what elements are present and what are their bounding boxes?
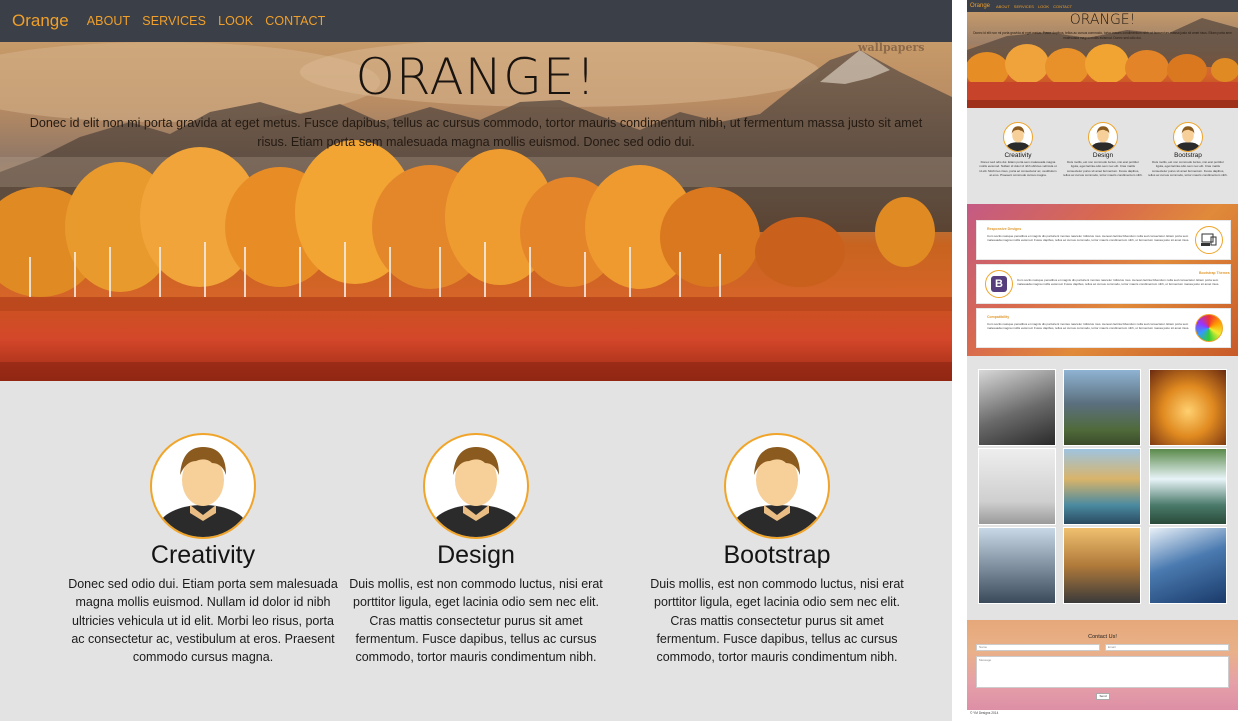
- thumb-card-bootstrap: B Bootstrap Themes Cum sociis natoque pe…: [976, 264, 1231, 304]
- gallery-photo-heart-hands: [1149, 369, 1227, 446]
- nav-link-about[interactable]: ABOUT: [87, 14, 131, 28]
- thumb-contact-section: Contact Us! Name Email Message Send: [967, 620, 1238, 710]
- feature-text: Duis mollis, est non commodo luctus, nis…: [349, 577, 603, 665]
- thumb-feature-bootstrap: Bootstrap Duis mollis, est non commodo l…: [1148, 122, 1228, 178]
- thumb-card-text: Cum sociis natoque penatibus et magnis d…: [987, 234, 1190, 243]
- avatar-icon: [1088, 122, 1118, 152]
- thumb-nav-link: ABOUT: [996, 3, 1010, 9]
- thumb-navbar: Orange ABOUT SERVICES LOOK CONTACT: [967, 0, 1238, 12]
- thumb-hero-title: ORANGE!: [1069, 12, 1136, 28]
- thumb-feature-title: Bootstrap: [1174, 152, 1202, 159]
- avatar-icon: [1173, 122, 1203, 152]
- avatar-icon: [150, 433, 256, 539]
- bootstrap-letter: B: [991, 276, 1007, 292]
- thumb-footer-text: © YM Designs 2014: [970, 711, 999, 715]
- thumb-send-button[interactable]: Send: [1096, 693, 1110, 700]
- avatar-icon: [1003, 122, 1033, 152]
- thumb-footer: © YM Designs 2014: [967, 710, 1238, 721]
- thumb-feature-creativity: Creativity Donec sed odio dui. Etiam por…: [978, 122, 1058, 178]
- thumb-feature-text: Donec sed odio dui. Etiam porta sem male…: [979, 160, 1057, 178]
- gallery-photo-church: [978, 369, 1056, 446]
- feature-title: Bootstrap: [723, 541, 831, 569]
- thumb-features: Creativity Donec sed odio dui. Etiam por…: [967, 108, 1238, 204]
- thumb-nav-link: CONTACT: [1053, 3, 1073, 9]
- feature-creativity: Creativity Donec sed odio dui. Etiam por…: [68, 433, 338, 666]
- thumb-gallery: [967, 356, 1238, 620]
- brand-link[interactable]: Orange: [12, 11, 69, 31]
- thumb-card-text: Cum sociis natoque penatibus et magnis d…: [987, 322, 1190, 331]
- thumb-feature-title: Creativity: [1004, 152, 1032, 159]
- thumb-card-text: Cum sociis natoque penatibus et magnis d…: [1017, 278, 1220, 287]
- thumb-feature-text: Duis mollis, est non commodo luctus, nis…: [1148, 160, 1228, 178]
- thumb-card-compatibility: Compatibility Cum sociis natoque penatib…: [976, 308, 1231, 348]
- navbar: Orange ABOUT SERVICES LOOK CONTACT: [0, 0, 952, 42]
- thumb-hero: ORANGE! Donec id elit non mi porta gravi…: [967, 12, 1238, 108]
- gallery-photo-grand-central: [1063, 527, 1141, 604]
- devices-icon: [1195, 226, 1223, 254]
- gallery-photo-waterfall: [1149, 448, 1227, 525]
- gallery-photo-canal-houses: [1063, 448, 1141, 525]
- thumb-feature-title: Design: [1092, 152, 1114, 159]
- avatar-icon: [423, 433, 529, 539]
- thumb-nav-link: LOOK: [1037, 3, 1050, 9]
- gallery-photo-city-skyline: [978, 527, 1056, 604]
- nav-link-look[interactable]: LOOK: [218, 14, 253, 28]
- thumb-hero-text: Donec id elit non mi porta gravida at eg…: [973, 31, 1232, 40]
- thumb-services-section: Responsive Designs Cum sociis natoque pe…: [967, 204, 1238, 356]
- thumb-name-field[interactable]: Name: [976, 644, 1100, 651]
- gallery-photo-ice-wave: [1149, 527, 1227, 604]
- feature-text: Donec sed odio dui. Etiam porta sem male…: [68, 577, 338, 665]
- feature-bootstrap: Bootstrap Duis mollis, est non commodo l…: [642, 433, 912, 666]
- thumb-card-responsive: Responsive Designs Cum sociis natoque pe…: [976, 220, 1231, 260]
- thumb-card-title: Responsive Designs: [987, 227, 1022, 231]
- hero-description: Donec id elit non mi porta gravida at eg…: [29, 116, 923, 149]
- nav-link-contact[interactable]: CONTACT: [265, 14, 325, 28]
- thumb-nav-link: SERVICES: [1013, 3, 1034, 9]
- feature-title: Creativity: [150, 541, 256, 569]
- hero-section: wallpapers ORANGE! Donec id elit non mi …: [0, 42, 952, 381]
- thumb-email-field[interactable]: Email: [1105, 644, 1229, 651]
- features-section: Creativity Donec sed odio dui. Etiam por…: [0, 381, 952, 721]
- main-page-preview: Orange ABOUT SERVICES LOOK CONTACT wallp…: [0, 0, 952, 721]
- gallery-photo-fog-tower: [978, 448, 1056, 525]
- thumb-card-title: Bootstrap Themes: [1199, 271, 1230, 275]
- nav-link-services[interactable]: SERVICES: [142, 14, 206, 28]
- thumb-contact-title: Contact Us!: [1088, 634, 1117, 640]
- bootstrap-logo-icon: B: [985, 270, 1013, 298]
- hero-title: ORANGE!: [355, 48, 597, 106]
- thumb-card-title: Compatibility: [987, 315, 1010, 319]
- full-page-thumbnail: Orange ABOUT SERVICES LOOK CONTACT ORANG…: [967, 0, 1238, 721]
- feature-text: Duis mollis, est non commodo luctus, nis…: [650, 577, 904, 665]
- gallery-photo-mountains: [1063, 369, 1141, 446]
- feature-design: Design Duis mollis, est non commodo luct…: [341, 433, 611, 666]
- avatar-icon: [724, 433, 830, 539]
- thumb-message-field[interactable]: Message: [976, 656, 1229, 688]
- thumb-feature-text: Duis mollis, est non commodo luctus, nis…: [1063, 160, 1143, 178]
- color-wheel-icon: [1195, 314, 1223, 342]
- feature-title: Design: [437, 541, 515, 569]
- thumb-brand: Orange: [970, 3, 991, 9]
- thumb-feature-design: Design Duis mollis, est non commodo luct…: [1063, 122, 1143, 178]
